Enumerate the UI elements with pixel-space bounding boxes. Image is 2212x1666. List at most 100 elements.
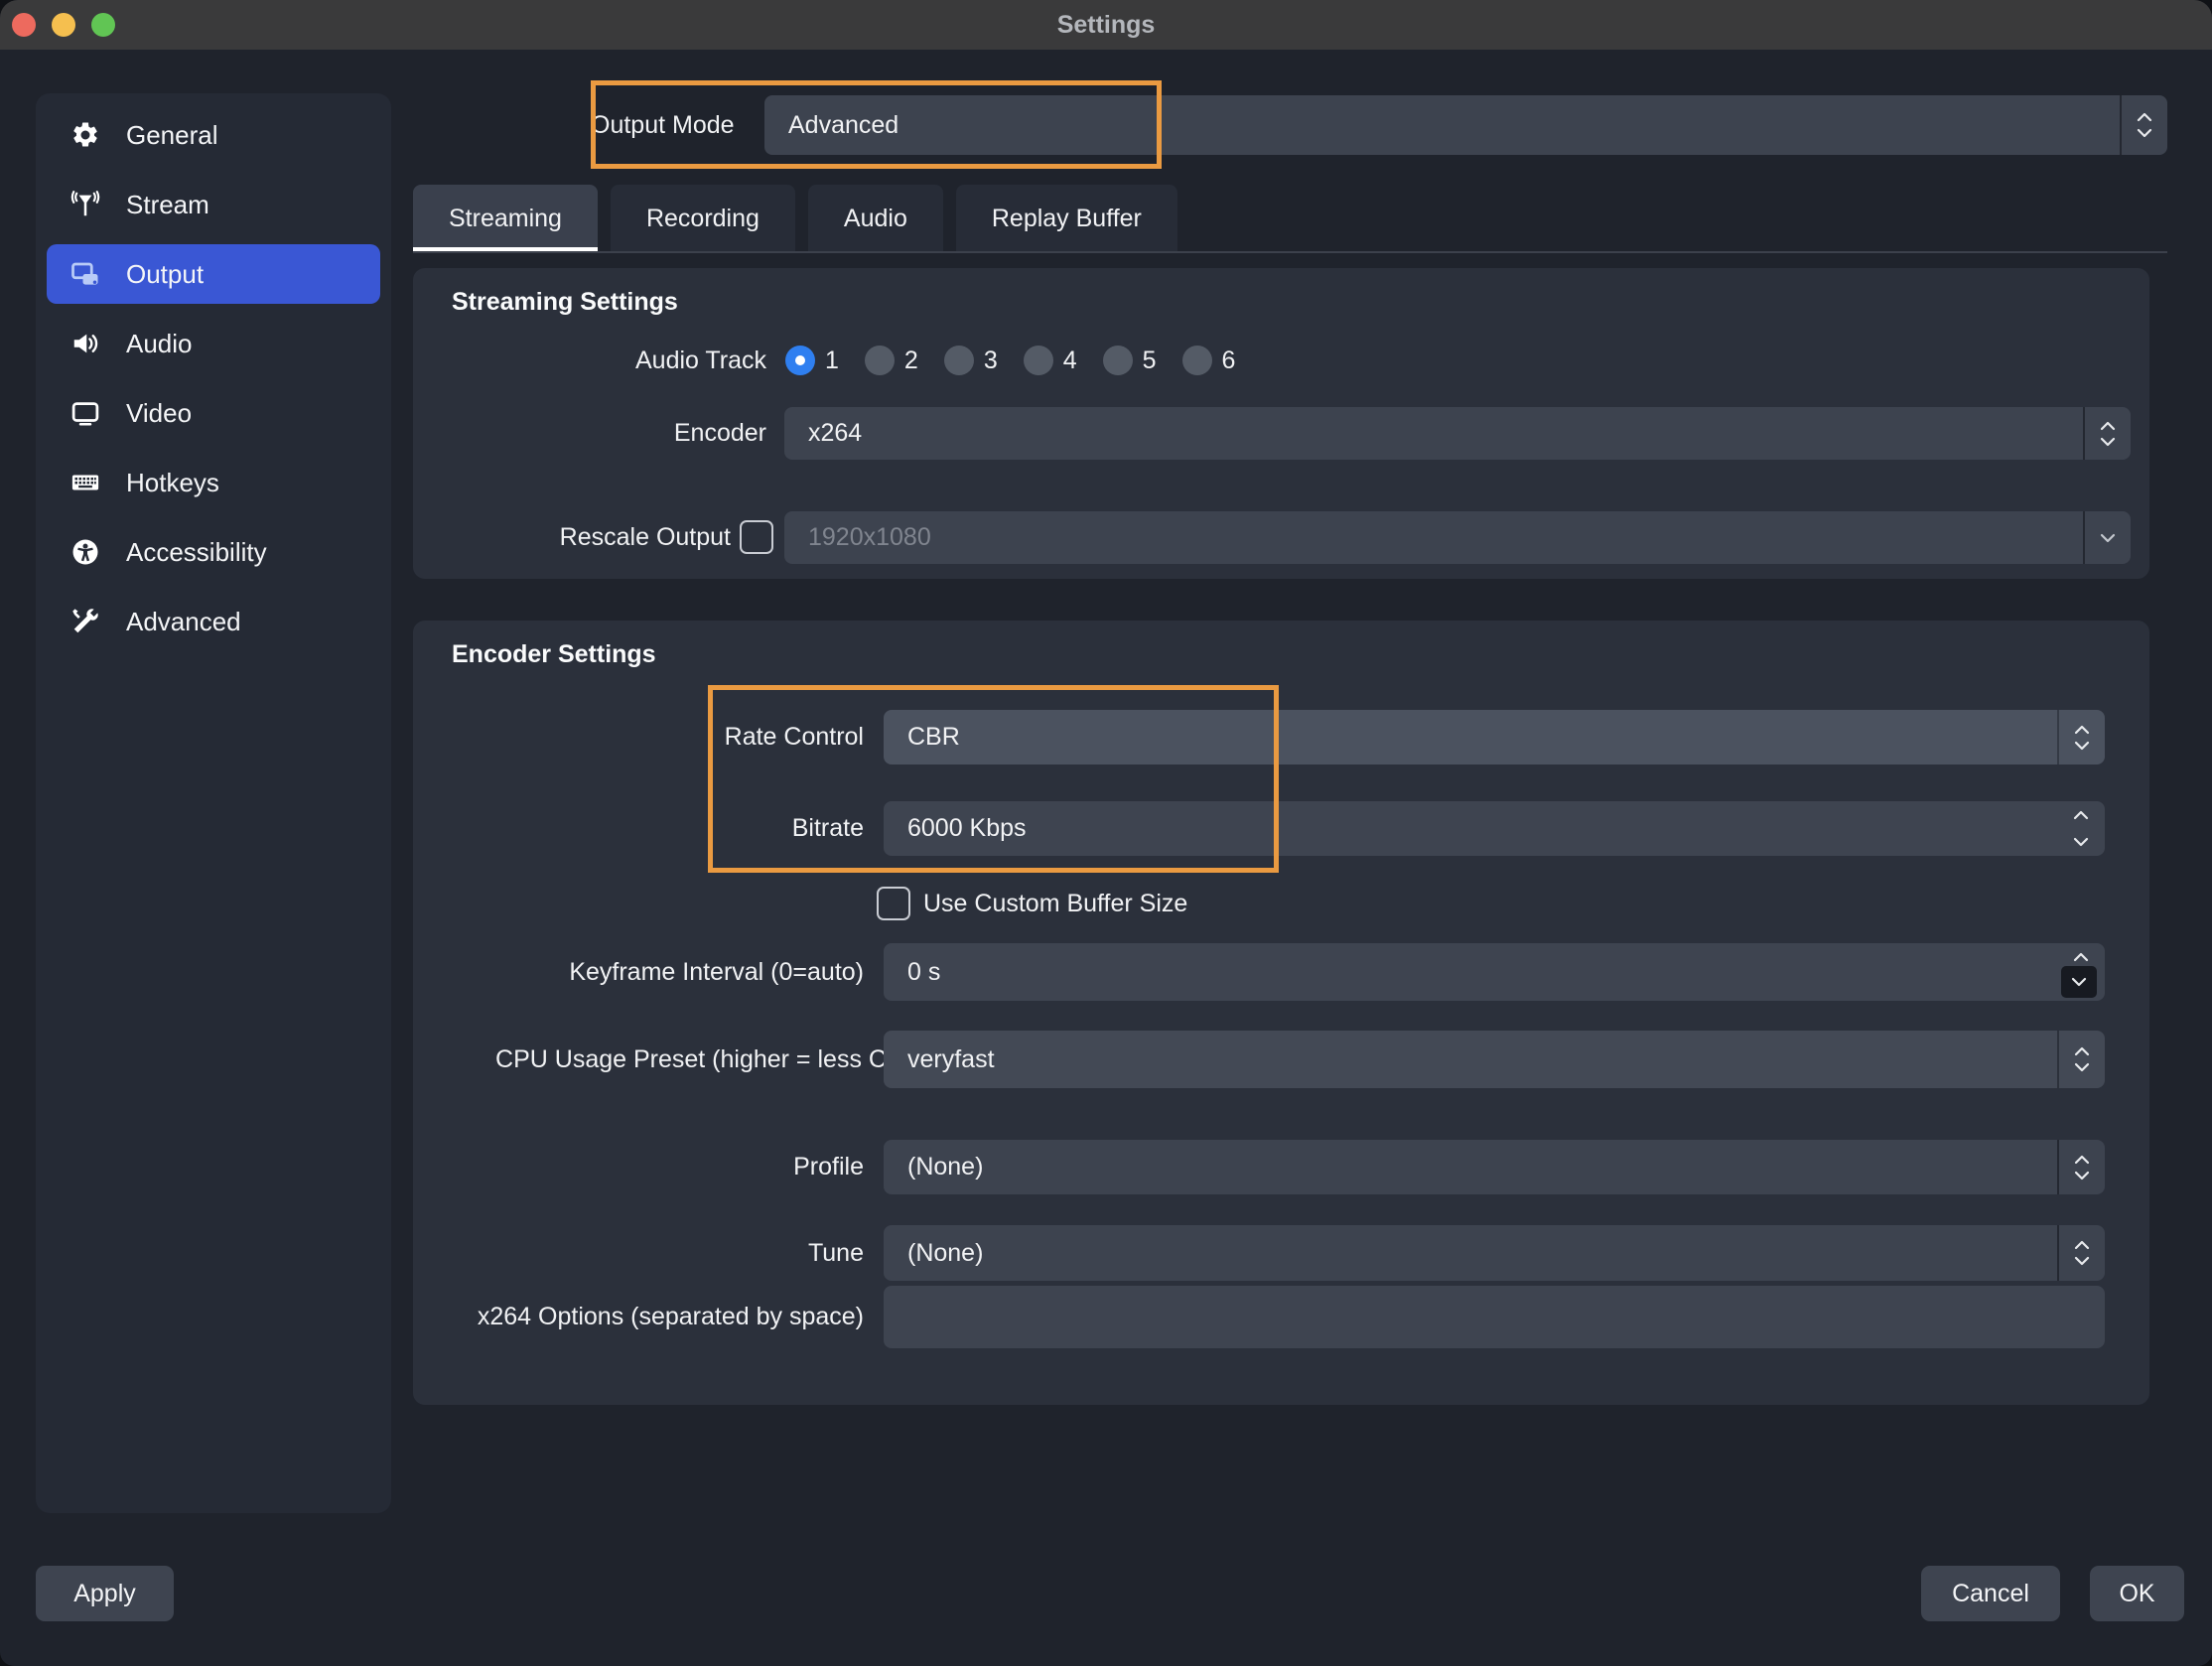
cpu-usage-preset-label: CPU Usage Preset (higher = less CPU) xyxy=(413,1031,929,1088)
rescale-output-label: Rescale Output xyxy=(413,511,731,564)
rescale-resolution-select[interactable]: 1920x1080 xyxy=(784,511,2131,564)
spin-down-icon[interactable] xyxy=(2061,966,2097,998)
sidebar-item-video[interactable]: Video xyxy=(47,383,380,443)
stepper-icon xyxy=(2083,407,2131,460)
radio-label: 5 xyxy=(1143,347,1157,375)
sidebar-item-hotkeys[interactable]: Hotkeys xyxy=(47,453,380,512)
radio-label: 2 xyxy=(904,347,918,375)
rate-control-label: Rate Control xyxy=(413,710,864,764)
tools-icon xyxy=(69,605,102,638)
rescale-output-checkbox[interactable] xyxy=(740,520,773,554)
output-mode-label: Output Mode xyxy=(591,95,764,155)
encoder-select[interactable]: x264 xyxy=(784,407,2131,460)
sidebar-item-label: Stream xyxy=(126,190,209,220)
profile-select[interactable]: (None) xyxy=(884,1140,2105,1194)
tab-label: Streaming xyxy=(449,205,562,233)
sidebar-item-label: Video xyxy=(126,398,192,429)
stepper-icon xyxy=(2057,1031,2105,1088)
bitrate-value: 6000 Kbps xyxy=(907,814,1027,843)
sidebar-item-label: Audio xyxy=(126,329,193,359)
radio-label: 4 xyxy=(1063,347,1077,375)
sidebar-item-accessibility[interactable]: Accessibility xyxy=(47,522,380,582)
output-mode-select[interactable]: Advanced xyxy=(764,95,2167,155)
profile-value: (None) xyxy=(907,1153,983,1181)
sidebar-item-audio[interactable]: Audio xyxy=(47,314,380,373)
gear-icon xyxy=(69,118,102,152)
stepper-icon xyxy=(2057,710,2105,764)
rate-control-value: CBR xyxy=(907,723,960,752)
encoder-label: Encoder xyxy=(413,407,766,460)
spin-up-icon[interactable] xyxy=(2073,810,2089,820)
sidebar-item-label: General xyxy=(126,120,218,151)
settings-sidebar: General Stream Output Audio xyxy=(36,93,391,1513)
sidebar-item-advanced[interactable]: Advanced xyxy=(47,592,380,651)
title-bar: Settings xyxy=(0,0,2212,50)
tab-audio[interactable]: Audio xyxy=(808,185,943,252)
radio-label: 6 xyxy=(1222,347,1236,375)
cancel-button[interactable]: Cancel xyxy=(1921,1566,2060,1621)
sidebar-item-stream[interactable]: Stream xyxy=(47,175,380,234)
display-camera-icon xyxy=(69,257,102,291)
sidebar-item-label: Accessibility xyxy=(126,537,267,568)
keyboard-icon xyxy=(69,466,102,499)
bitrate-spinbox[interactable]: 6000 Kbps xyxy=(884,801,2105,856)
sidebar-item-output[interactable]: Output xyxy=(47,244,380,304)
radio-selected-icon xyxy=(785,346,815,375)
profile-label: Profile xyxy=(413,1140,864,1194)
window-title: Settings xyxy=(0,0,2212,50)
encoder-value: x264 xyxy=(808,419,862,448)
sidebar-item-label: Advanced xyxy=(126,607,241,637)
tab-divider xyxy=(413,251,2167,253)
streaming-settings-panel: Streaming Settings Audio Track 1 2 3 4 5 xyxy=(413,268,2149,579)
output-tab-bar: Streaming Recording Audio Replay Buffer xyxy=(413,185,1177,252)
monitor-icon xyxy=(69,396,102,430)
tab-label: Recording xyxy=(646,205,760,233)
sidebar-item-label: Hotkeys xyxy=(126,468,219,498)
output-mode-value: Advanced xyxy=(788,111,899,140)
tune-select[interactable]: (None) xyxy=(884,1225,2105,1281)
cpu-usage-preset-select[interactable]: veryfast xyxy=(884,1031,2105,1088)
spin-down-icon[interactable] xyxy=(2073,837,2089,847)
apply-button[interactable]: Apply xyxy=(36,1566,174,1621)
radio-label: 1 xyxy=(825,347,839,375)
ok-button[interactable]: OK xyxy=(2090,1566,2184,1621)
radio-icon xyxy=(944,346,974,375)
audio-track-option-4[interactable]: 4 xyxy=(1024,346,1077,375)
antenna-icon xyxy=(69,188,102,221)
keyframe-interval-spinbox[interactable]: 0 s xyxy=(884,943,2105,1001)
x264-options-label: x264 Options (separated by space) xyxy=(413,1286,864,1348)
audio-track-option-2[interactable]: 2 xyxy=(865,346,918,375)
use-custom-buffer-size-label: Use Custom Buffer Size xyxy=(923,887,1187,920)
tab-replay-buffer[interactable]: Replay Buffer xyxy=(956,185,1177,252)
tune-value: (None) xyxy=(907,1239,983,1268)
keyframe-interval-value: 0 s xyxy=(907,958,940,987)
rate-control-select[interactable]: CBR xyxy=(884,710,2105,764)
chevron-down-icon xyxy=(2083,511,2131,564)
use-custom-buffer-size-checkbox[interactable] xyxy=(877,887,910,920)
speaker-icon xyxy=(69,327,102,360)
streaming-settings-title: Streaming Settings xyxy=(452,288,678,317)
sidebar-item-general[interactable]: General xyxy=(47,105,380,165)
rescale-resolution-value: 1920x1080 xyxy=(808,523,931,552)
audio-track-option-6[interactable]: 6 xyxy=(1182,346,1236,375)
audio-track-option-3[interactable]: 3 xyxy=(944,346,998,375)
x264-options-input[interactable] xyxy=(884,1286,2105,1348)
spin-up-icon[interactable] xyxy=(2073,952,2089,962)
tune-label: Tune xyxy=(413,1225,864,1281)
tab-label: Replay Buffer xyxy=(992,205,1142,233)
audio-track-label: Audio Track xyxy=(413,346,766,375)
keyframe-interval-label: Keyframe Interval (0=auto) xyxy=(413,943,864,1001)
tab-streaming[interactable]: Streaming xyxy=(413,185,598,252)
radio-icon xyxy=(1103,346,1133,375)
stepper-icon xyxy=(2057,1140,2105,1194)
audio-track-option-5[interactable]: 5 xyxy=(1103,346,1157,375)
stepper-icon xyxy=(2057,1225,2105,1281)
audio-track-option-1[interactable]: 1 xyxy=(785,346,839,375)
settings-window: Settings General Stream Output xyxy=(0,0,2212,1666)
radio-icon xyxy=(1182,346,1212,375)
radio-icon xyxy=(1024,346,1053,375)
tab-recording[interactable]: Recording xyxy=(611,185,795,252)
encoder-settings-panel: Encoder Settings Rate Control CBR Bitrat… xyxy=(413,621,2149,1405)
stepper-icon xyxy=(2120,95,2167,155)
sidebar-item-label: Output xyxy=(126,259,204,290)
